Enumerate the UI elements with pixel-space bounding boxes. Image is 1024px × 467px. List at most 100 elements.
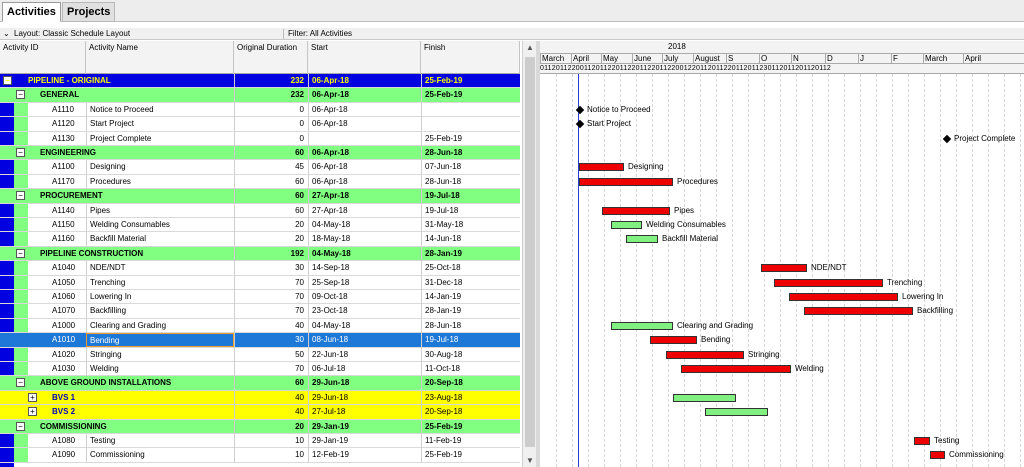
start-date[interactable]: 09-Oct-18 bbox=[308, 290, 421, 304]
original-duration[interactable]: 232 bbox=[234, 74, 307, 88]
project-row[interactable]: − PIPELINE - ORIGINAL 232 06-Apr-18 25-Feb-1… bbox=[0, 74, 520, 89]
original-duration[interactable]: 60 bbox=[234, 146, 307, 160]
activity-bar[interactable] bbox=[626, 235, 658, 244]
start-date[interactable]: 06-Apr-18 bbox=[308, 88, 421, 103]
table-row[interactable]: A1170 Procedures 60 06-Apr-18 28-Jun-18 bbox=[0, 174, 520, 190]
original-duration[interactable]: 0 bbox=[234, 102, 307, 117]
original-duration[interactable]: 60 bbox=[234, 203, 307, 218]
table-row[interactable]: A1110 Notice to Proceed 0 06-Apr-18 bbox=[0, 102, 520, 118]
table-row[interactable]: A1100 Designing 45 06-Apr-18 07-Jun-18 bbox=[0, 160, 520, 175]
table-row[interactable]: A1050 Trenching 70 25-Sep-18 31-Dec-18 bbox=[0, 275, 520, 290]
table-row[interactable]: A1030 Welding 70 06-Jul-18 11-Oct-18 bbox=[0, 362, 520, 377]
finish-date[interactable]: 28-Jun-18 bbox=[421, 146, 520, 160]
wbs-row[interactable]: − ENGINEERING 60 06-Apr-18 28-Jun-18 bbox=[0, 146, 520, 161]
finish-date[interactable]: 20-Sep-18 bbox=[421, 376, 520, 391]
finish-date[interactable]: 25-Feb-19 bbox=[421, 448, 520, 463]
table-row[interactable]: A1090 Commissioning 10 12-Feb-19 25-Feb-19 bbox=[0, 448, 520, 463]
finish-date[interactable]: 25-Feb-19 bbox=[421, 131, 520, 146]
finish-date[interactable]: 31-Dec-18 bbox=[421, 275, 520, 290]
activity-name[interactable]: Trenching bbox=[86, 275, 234, 290]
col-original-duration[interactable]: Original Duration bbox=[234, 41, 308, 74]
activity-bar[interactable] bbox=[930, 451, 945, 460]
scroll-down-icon[interactable]: ▼ bbox=[526, 456, 534, 465]
activity-name[interactable]: NDE/NDT bbox=[86, 261, 234, 276]
finish-date[interactable]: 19-Jul-18 bbox=[421, 333, 520, 348]
activity-bar[interactable] bbox=[602, 206, 670, 215]
expand-icon[interactable]: + bbox=[28, 392, 37, 402]
activity-bar[interactable] bbox=[705, 408, 768, 417]
finish-date[interactable]: 14-Jan-19 bbox=[421, 290, 520, 304]
finish-date[interactable]: 28-Jan-19 bbox=[421, 304, 520, 319]
activity-name[interactable]: Project Complete bbox=[86, 131, 234, 146]
original-duration[interactable]: 40 bbox=[234, 318, 307, 333]
finish-date[interactable]: 30-Aug-18 bbox=[421, 347, 520, 362]
finish-date[interactable] bbox=[421, 102, 520, 117]
original-duration[interactable]: 40 bbox=[234, 405, 307, 420]
table-row[interactable]: A1160 Backfill Material 20 18-May-18 14-Jun-… bbox=[0, 232, 520, 247]
activity-name[interactable]: Testing bbox=[86, 434, 234, 448]
original-duration[interactable]: 70 bbox=[234, 362, 307, 376]
start-date[interactable]: 06-Apr-18 bbox=[308, 174, 421, 189]
finish-date[interactable]: 07-Jun-18 bbox=[421, 160, 520, 175]
activity-name[interactable]: Welding Consumables bbox=[86, 218, 234, 232]
start-date[interactable]: 06-Apr-18 bbox=[308, 160, 421, 175]
collapse-icon[interactable]: − bbox=[16, 248, 25, 258]
wbs-row[interactable]: − ABOVE GROUND INSTALLATIONS 60 29-Jun-18 20… bbox=[0, 376, 520, 391]
finish-date[interactable]: 28-Jun-18 bbox=[421, 318, 520, 333]
scroll-thumb[interactable] bbox=[525, 57, 535, 447]
table-row[interactable]: A1060 Lowering In 70 09-Oct-18 14-Jan-19 bbox=[0, 290, 520, 305]
start-date[interactable]: 06-Apr-18 bbox=[308, 146, 421, 160]
activity-bar[interactable] bbox=[789, 293, 898, 301]
original-duration[interactable]: 0 bbox=[234, 131, 307, 146]
start-date[interactable]: 04-May-18 bbox=[308, 218, 421, 232]
original-duration[interactable]: 30 bbox=[234, 261, 307, 276]
original-duration[interactable]: 60 bbox=[234, 174, 307, 189]
start-date[interactable]: 14-Sep-18 bbox=[308, 261, 421, 276]
table-row[interactable]: A1070 Backfilling 70 23-Oct-18 28-Jan-19 bbox=[0, 304, 520, 319]
original-duration[interactable]: 70 bbox=[234, 275, 307, 290]
activity-name[interactable]: Lowering In bbox=[86, 290, 234, 304]
original-duration[interactable]: 10 bbox=[234, 434, 307, 448]
finish-date[interactable]: 28-Jun-18 bbox=[421, 174, 520, 189]
activity-bar[interactable] bbox=[611, 221, 642, 229]
start-date[interactable] bbox=[308, 131, 421, 146]
activity-name[interactable]: Start Project bbox=[86, 117, 234, 132]
start-date[interactable]: 06-Apr-18 bbox=[308, 74, 421, 88]
expand-icon[interactable]: + bbox=[28, 407, 37, 417]
start-date[interactable]: 25-Sep-18 bbox=[308, 275, 421, 290]
scroll-up-icon[interactable]: ▲ bbox=[526, 43, 534, 52]
wbs-row[interactable]: − PIPELINE CONSTRUCTION 192 04-May-18 28-Jan… bbox=[0, 246, 520, 262]
layout-label[interactable]: Layout: Classic Schedule Layout bbox=[14, 29, 130, 38]
activity-name[interactable]: Stringing bbox=[86, 347, 234, 362]
finish-date[interactable]: 19-Jul-18 bbox=[421, 203, 520, 218]
finish-date[interactable]: 31-May-18 bbox=[421, 218, 520, 232]
tab-projects[interactable]: Projects bbox=[62, 2, 116, 22]
activity-name[interactable]: Clearing and Grading bbox=[86, 318, 234, 333]
original-duration[interactable]: 20 bbox=[234, 232, 307, 247]
finish-date[interactable]: 25-Feb-19 bbox=[421, 419, 520, 434]
table-row[interactable]: A1140 Pipes 60 27-Apr-18 19-Jul-18 bbox=[0, 203, 520, 218]
activity-bar[interactable] bbox=[579, 163, 624, 172]
original-duration[interactable]: 60 bbox=[234, 189, 307, 204]
start-date[interactable]: 08-Jun-18 bbox=[308, 333, 421, 348]
activity-name[interactable]: Notice to Proceed bbox=[86, 102, 234, 117]
original-duration[interactable]: 30 bbox=[234, 333, 307, 348]
start-date[interactable]: 29-Jan-19 bbox=[308, 434, 421, 448]
start-date[interactable]: 27-Apr-18 bbox=[308, 189, 421, 204]
activity-name[interactable]: Procedures bbox=[86, 174, 234, 189]
finish-date[interactable]: 14-Jun-18 bbox=[421, 232, 520, 247]
collapse-icon[interactable]: − bbox=[16, 378, 25, 388]
original-duration[interactable]: 0 bbox=[234, 117, 307, 132]
wbs-row[interactable]: − COMMISSIONING 20 29-Jan-19 25-Feb-19 bbox=[0, 419, 520, 434]
milestone-icon[interactable] bbox=[942, 134, 952, 143]
original-duration[interactable]: 70 bbox=[234, 290, 307, 304]
wbs-row[interactable]: − GENERAL 232 06-Apr-18 25-Feb-19 bbox=[0, 88, 520, 103]
table-row[interactable]: A1120 Start Project 0 06-Apr-18 bbox=[0, 117, 520, 132]
start-date[interactable]: 27-Apr-18 bbox=[308, 203, 421, 218]
original-duration[interactable]: 60 bbox=[234, 376, 307, 391]
start-date[interactable]: 18-May-18 bbox=[308, 232, 421, 247]
collapse-icon[interactable]: − bbox=[16, 421, 25, 431]
filter-label[interactable]: Filter: All Activities bbox=[288, 29, 352, 38]
finish-date[interactable]: 25-Oct-18 bbox=[421, 261, 520, 276]
collapse-icon[interactable]: − bbox=[3, 76, 12, 85]
